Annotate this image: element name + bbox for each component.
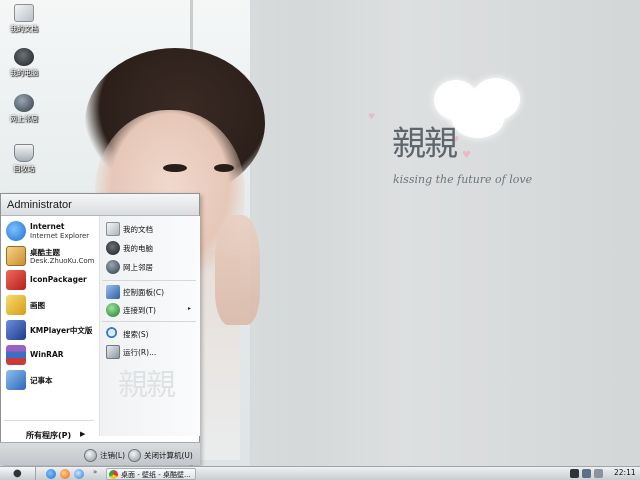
recycle-bin-icon [14, 144, 34, 162]
network-places-icon [106, 260, 120, 274]
apple-icon: ● [13, 468, 22, 479]
taskbar: ● » 桌面 - 壁纸 - 桌酷壁... 22:11 [0, 466, 640, 480]
small-heart-icon: ♥ [368, 112, 376, 121]
pinned-item-winrar[interactable]: WinRAR [4, 343, 98, 367]
paint-icon [6, 295, 26, 315]
tray-app-icon[interactable] [570, 469, 579, 478]
show-desktop-icon[interactable] [74, 469, 84, 479]
search-icon [106, 327, 120, 341]
pinned-item-notepad[interactable]: 记事本 [4, 368, 98, 392]
browser-icon [109, 470, 118, 479]
wallpaper-tagline: kissing the future of love [393, 173, 533, 186]
taskbar-window-title: 桌面 - 壁纸 - 桌酷壁... [121, 471, 191, 479]
wallpaper-logo: 親親 [392, 124, 458, 164]
places-item-connect-to[interactable]: 连接到(T) ▸ [104, 302, 196, 318]
tray-volume-icon[interactable] [594, 469, 603, 478]
shutdown-button[interactable]: 关闭计算机(U) [128, 448, 198, 464]
control-panel-icon [106, 285, 120, 299]
logoff-icon [84, 449, 97, 462]
all-programs-arrow-icon: ▶ [80, 430, 86, 438]
my-computer-icon [106, 241, 120, 255]
start-button[interactable]: ● [0, 467, 36, 480]
desktop-icon-my-computer[interactable]: 我的电脑 [4, 48, 44, 78]
places-item-my-documents[interactable]: 我的文档 [104, 221, 196, 237]
pinned-item-kmplayer[interactable]: KMPlayer中文版 [4, 318, 98, 342]
places-item-run[interactable]: 运行(R)... [104, 344, 196, 360]
run-icon [106, 345, 120, 359]
pinned-item-paint[interactable]: 画图 [4, 293, 98, 317]
start-menu-separator [4, 420, 94, 421]
firefox-icon[interactable] [60, 469, 70, 479]
submenu-arrow-icon: ▸ [188, 305, 192, 312]
places-separator [102, 321, 196, 322]
desktop-icon-my-documents[interactable]: 我的文档 [4, 4, 44, 34]
places-item-control-panel[interactable]: 控制面板(C) [104, 284, 196, 300]
my-documents-icon [106, 222, 120, 236]
logoff-button[interactable]: 注销(L) [84, 448, 134, 464]
desktop-icon-recycle-bin[interactable]: 回收站 [4, 144, 44, 174]
iconpackager-icon [6, 270, 26, 290]
places-item-network-places[interactable]: 网上邻居 [104, 259, 196, 275]
internet-explorer-icon [6, 221, 26, 241]
pinned-item-zhuoku-theme[interactable]: 桌酷主题 Desk.ZhuoKu.Com [4, 244, 98, 268]
my-documents-icon [14, 4, 34, 22]
places-item-search[interactable]: 搜索(S) [104, 326, 196, 342]
tray-network-icon[interactable] [582, 469, 591, 478]
zhuoku-theme-icon [6, 246, 26, 266]
taskbar-clock[interactable]: 22:11 [614, 468, 636, 477]
my-computer-icon [14, 48, 34, 66]
small-heart-icon: ♥ [462, 150, 471, 161]
desktop-icon-network-places[interactable]: 网上邻居 [4, 94, 44, 124]
all-programs-button[interactable]: 所有程序(P) [26, 430, 71, 441]
internet-explorer-icon[interactable] [46, 469, 56, 479]
start-menu-user-name: Administrator [1, 194, 199, 216]
pinned-item-internet-explorer[interactable]: Internet Internet Explorer [4, 219, 98, 243]
connect-to-icon [106, 303, 120, 317]
notepad-icon [6, 370, 26, 390]
taskbar-window-button[interactable]: 桌面 - 壁纸 - 桌酷壁... [106, 468, 196, 480]
places-item-my-computer[interactable]: 我的电脑 [104, 240, 196, 256]
pinned-item-iconpackager[interactable]: IconPackager [4, 268, 98, 292]
kmplayer-icon [6, 320, 26, 340]
places-separator [102, 280, 196, 281]
quick-launch-chevron-icon[interactable]: » [93, 468, 97, 476]
network-places-icon [14, 94, 34, 112]
start-menu-watermark: 親親 [118, 368, 176, 403]
winrar-icon [6, 345, 26, 365]
power-icon [128, 449, 141, 462]
